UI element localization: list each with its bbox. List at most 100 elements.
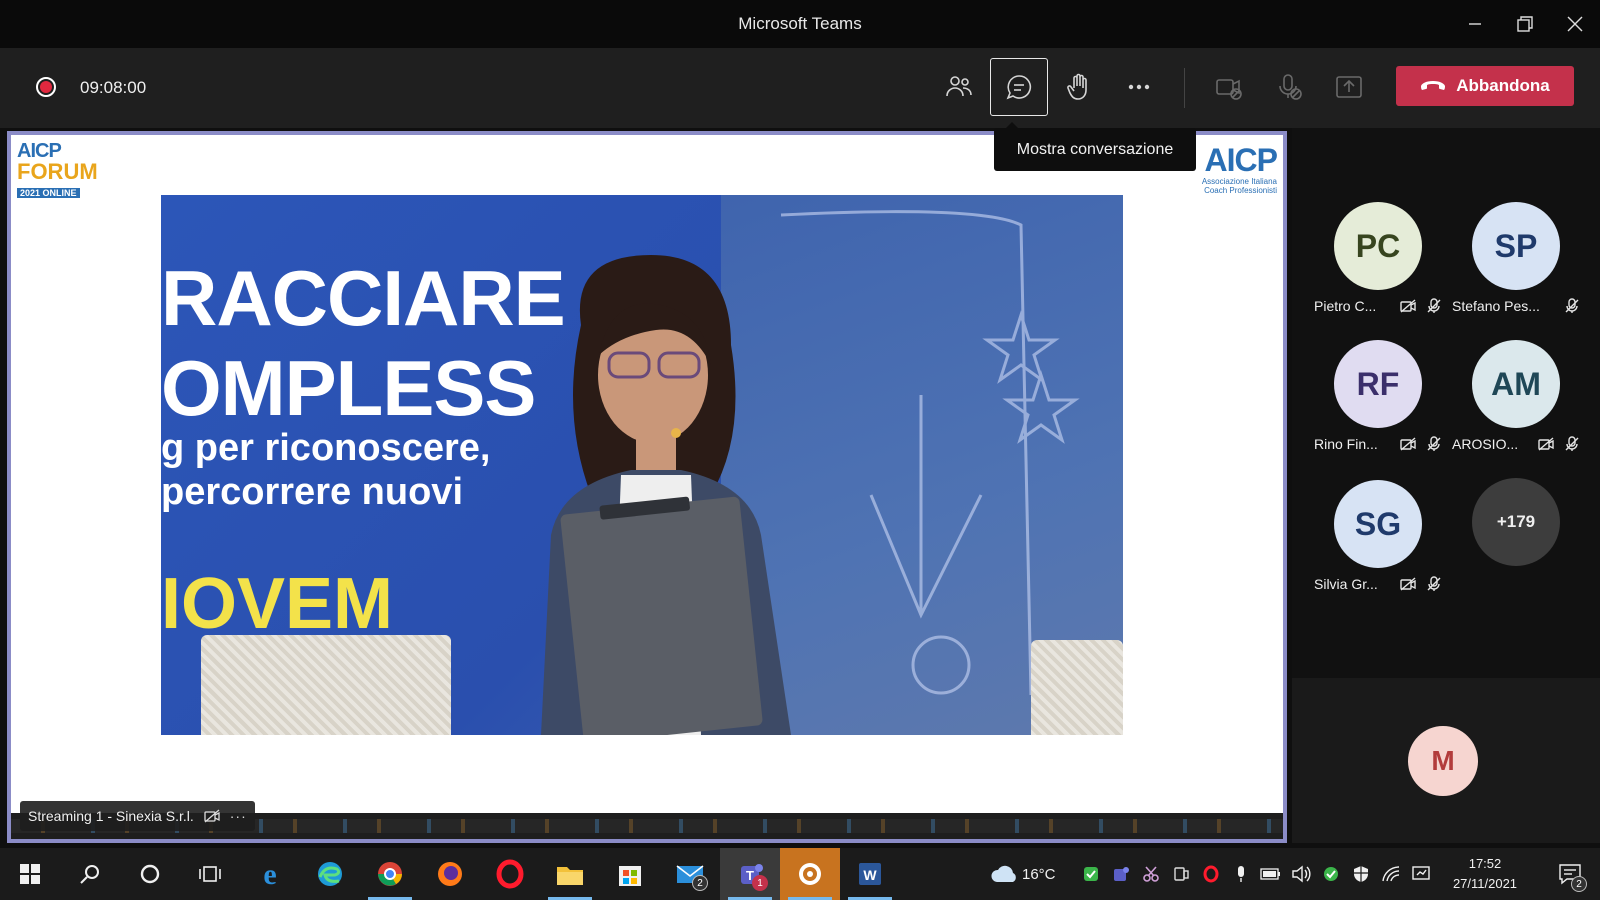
- logo-left-line3: 2021 ONLINE: [17, 188, 80, 198]
- tray-device[interactable]: [1166, 848, 1196, 900]
- participant-tile[interactable]: AM AROSIO...: [1448, 340, 1588, 470]
- system-clock[interactable]: 17:52 27/11/2021: [1440, 854, 1530, 894]
- tray-battery[interactable]: [1256, 848, 1286, 900]
- teams-badge: 1: [752, 875, 768, 891]
- more-actions-button[interactable]: [1110, 58, 1168, 116]
- more-participants-tile[interactable]: +179: [1448, 478, 1588, 608]
- avatar-initials: SP: [1494, 227, 1538, 264]
- tray-teams[interactable]: [1106, 848, 1136, 900]
- participants-panel: PC Pietro C... SP Stefano Pes... RF Rino…: [1292, 128, 1600, 678]
- firefox-app[interactable]: [420, 848, 480, 900]
- hand-icon: [1067, 73, 1087, 100]
- opera-app[interactable]: [480, 848, 540, 900]
- chat-tooltip: Mostra conversazione: [994, 122, 1196, 171]
- logo-left-line2: FORUM: [17, 159, 98, 184]
- close-button[interactable]: [1550, 0, 1600, 48]
- chrome-app[interactable]: [360, 848, 420, 900]
- task-view-button[interactable]: [180, 848, 240, 900]
- file-explorer-app[interactable]: [540, 848, 600, 900]
- minimize-button[interactable]: [1450, 0, 1500, 48]
- camera-button[interactable]: [1200, 58, 1258, 116]
- device-icon: [1173, 867, 1189, 881]
- avatar: AM: [1472, 340, 1560, 428]
- share-screen-button[interactable]: [1320, 58, 1378, 116]
- chair-right: [1031, 640, 1123, 735]
- tray-microphone[interactable]: [1226, 848, 1256, 900]
- cortana-icon: [140, 864, 160, 884]
- participants-button[interactable]: [930, 58, 988, 116]
- check-shield-icon: [1083, 867, 1098, 881]
- participant-tile[interactable]: SP Stefano Pes...: [1448, 202, 1588, 332]
- battery-icon: [1259, 868, 1280, 880]
- chair-left: [201, 635, 451, 735]
- chat-button[interactable]: [990, 58, 1048, 116]
- microphone-icon: [1237, 866, 1244, 882]
- avatar-initials: PC: [1355, 227, 1401, 264]
- search-icon: [80, 865, 99, 884]
- svg-text:e: e: [263, 859, 276, 889]
- hang-up-icon: [1421, 81, 1446, 90]
- camera-off-icon: [1538, 436, 1554, 457]
- meeting-timer: 09:08:00: [80, 78, 147, 97]
- mail-app[interactable]: 2: [660, 848, 720, 900]
- wifi-icon: [1381, 866, 1399, 882]
- windows-taskbar: e 2 T 1 W 16°C 17:52 27/11/2021 2: [0, 848, 1600, 900]
- more-participants-count: +179: [1472, 478, 1560, 566]
- task-view-icon: [199, 866, 221, 882]
- system-tray: 16°C: [986, 848, 1436, 900]
- word-app[interactable]: W: [840, 848, 900, 900]
- raise-hand-button[interactable]: [1050, 58, 1108, 116]
- store-app[interactable]: [600, 848, 660, 900]
- camera-off-icon: [1400, 576, 1416, 597]
- close-icon: [1567, 16, 1583, 32]
- recorder-app[interactable]: [780, 848, 840, 900]
- weather-button[interactable]: [986, 848, 1022, 900]
- microphone-off-icon: [1426, 298, 1442, 319]
- tray-shield[interactable]: [1346, 848, 1376, 900]
- participant-name: Pietro C...: [1314, 298, 1377, 314]
- edge-icon: [318, 862, 342, 886]
- participant-name: Stefano Pes...: [1452, 298, 1540, 314]
- participant-name: AROSIO...: [1452, 436, 1519, 452]
- tray-opera[interactable]: [1196, 848, 1226, 900]
- teams-app[interactable]: T 1: [720, 848, 780, 900]
- chrome-icon: [378, 862, 402, 886]
- start-button[interactable]: [0, 848, 60, 900]
- participant-name: Rino Fin...: [1314, 436, 1378, 452]
- opera-icon: [496, 859, 524, 889]
- slide-line-4: percorrere nuovi: [161, 471, 463, 513]
- participant-tile[interactable]: PC Pietro C...: [1310, 202, 1450, 332]
- participant-tile[interactable]: SG Silvia Gr...: [1310, 480, 1450, 610]
- store-icon: [619, 866, 641, 886]
- notification-badge: 2: [1571, 876, 1587, 892]
- edge-app[interactable]: [300, 848, 360, 900]
- microphone-button[interactable]: [1260, 58, 1318, 116]
- tray-defender[interactable]: [1316, 848, 1346, 900]
- shield-icon: [1353, 866, 1368, 882]
- avatar-initials: SG: [1354, 505, 1402, 542]
- tray-network[interactable]: [1376, 848, 1406, 900]
- restore-button[interactable]: [1500, 0, 1550, 48]
- window-controls: [1450, 0, 1600, 48]
- camera-off-icon: [1400, 436, 1416, 457]
- logo-left-line1: AICP: [17, 140, 62, 162]
- aicp-logo: AICP Associazione Italiana Coach Profess…: [1187, 143, 1278, 201]
- search-button[interactable]: [60, 848, 120, 900]
- cortana-button[interactable]: [120, 848, 180, 900]
- notification-center-button[interactable]: 2: [1545, 848, 1595, 900]
- window-title-bar: Microsoft Teams: [0, 0, 1600, 48]
- leave-button[interactable]: Abbandona: [1396, 66, 1574, 106]
- presenter-more-options[interactable]: ···: [230, 808, 247, 824]
- scissors-icon: [1142, 866, 1159, 882]
- tray-remote[interactable]: [1406, 848, 1436, 900]
- presenter-name: Streaming 1 - Sinexia S.r.l.: [28, 808, 194, 824]
- avatar-initials: RF: [1356, 365, 1400, 402]
- main-video-stage[interactable]: AICP FORUM 2021 ONLINE AICP Associazione…: [7, 131, 1287, 843]
- check-icon: [1323, 867, 1338, 881]
- tray-volume[interactable]: [1286, 848, 1316, 900]
- tray-security-app[interactable]: [1076, 848, 1106, 900]
- tray-snipping[interactable]: [1136, 848, 1166, 900]
- participant-tile[interactable]: RF Rino Fin...: [1310, 340, 1450, 470]
- microphone-off-icon: [1279, 74, 1302, 100]
- internet-explorer-app[interactable]: e: [240, 848, 300, 900]
